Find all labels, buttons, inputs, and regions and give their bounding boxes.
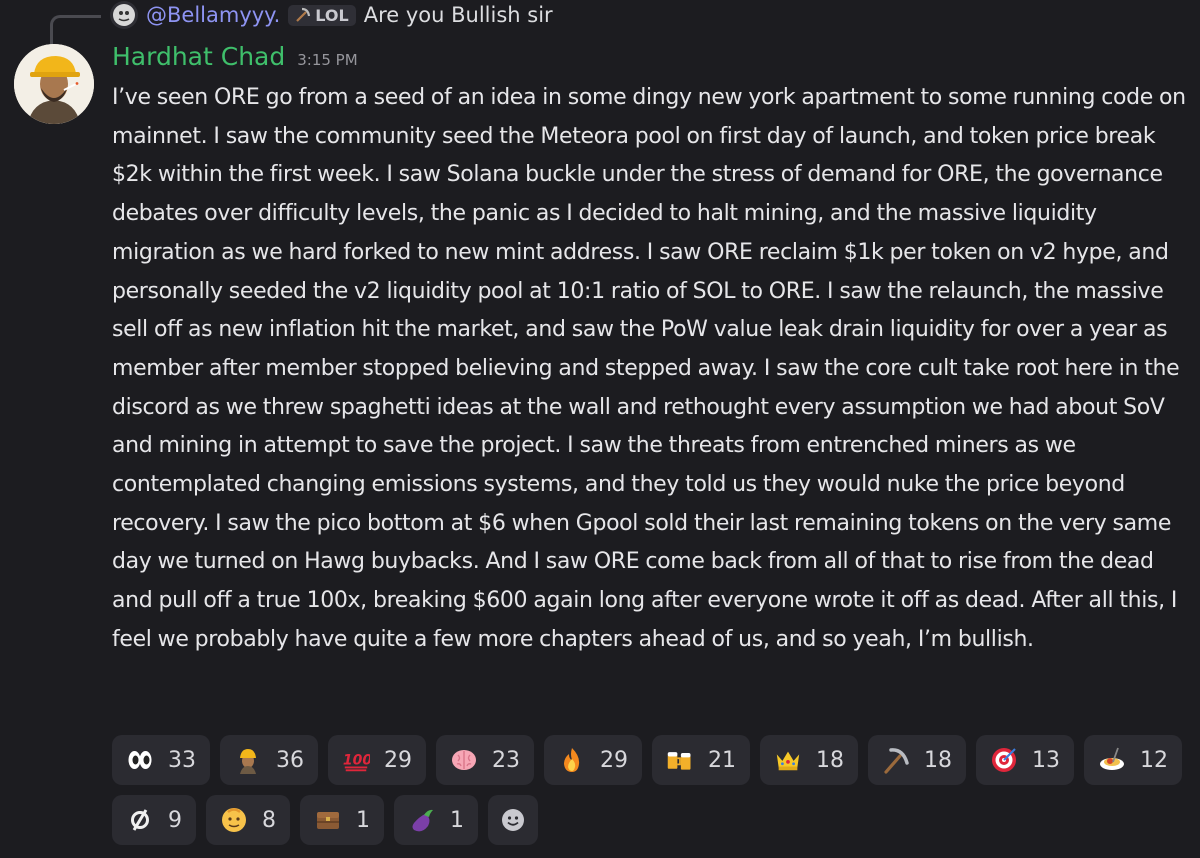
chest-emoji-icon [314, 806, 342, 834]
reaction-count: 29 [384, 747, 412, 773]
role-tag[interactable]: LOL [288, 4, 356, 26]
reaction-hardhat-chad[interactable]: 36 [220, 735, 318, 785]
message-body: I’ve seen ORE go from a seed of an idea … [112, 85, 1186, 652]
add-reaction-icon [499, 806, 527, 834]
reaction-bar: 33 36 100 29 23 29 21 18 18 13 12 9 8 1 … [112, 735, 1192, 845]
reaction-eggplant[interactable]: 1 [394, 795, 478, 845]
eyes-emoji-icon [126, 746, 154, 774]
reaction-count: 36 [276, 747, 304, 773]
reaction-count: 1 [356, 807, 370, 833]
reaction-chest[interactable]: 1 [300, 795, 384, 845]
role-tag-label: LOL [315, 5, 349, 25]
author-avatar[interactable] [14, 44, 94, 124]
message-timestamp[interactable]: 3:15 PM [297, 51, 357, 69]
reaction-count: 29 [600, 747, 628, 773]
reply-avatar[interactable] [110, 1, 138, 29]
spaghetti-emoji-icon [1098, 746, 1126, 774]
brain-emoji-icon [450, 746, 478, 774]
reaction-brain[interactable]: 23 [436, 735, 534, 785]
fire-emoji-icon [558, 746, 586, 774]
bullseye-emoji-icon [990, 746, 1018, 774]
hardhat-chad-emoji-icon [234, 746, 262, 774]
reply-username[interactable]: @Bellamyyy. [146, 3, 280, 27]
reaction-fire[interactable]: 29 [544, 735, 642, 785]
reaction-count: 8 [262, 807, 276, 833]
reaction-count: 1 [450, 807, 464, 833]
reaction-count: 33 [168, 747, 196, 773]
reaction-bullseye[interactable]: 13 [976, 735, 1074, 785]
hundred-points-emoji-icon: 100 [342, 746, 370, 774]
svg-text:100: 100 [343, 753, 370, 769]
author-username[interactable]: Hardhat Chad [112, 42, 285, 71]
reaction-hundred-points[interactable]: 100 29 [328, 735, 426, 785]
reaction-count: 9 [168, 807, 182, 833]
clinking-beer-mugs-emoji-icon [666, 746, 694, 774]
reply-text[interactable]: Are you Bullish sir [364, 3, 553, 27]
reaction-count: 18 [816, 747, 844, 773]
pick-emoji-icon [882, 746, 910, 774]
message-header: Hardhat Chad 3:15 PM [112, 42, 358, 78]
reaction-eyes[interactable]: 33 [112, 735, 210, 785]
reaction-clinking-beer-mugs[interactable]: 21 [652, 735, 750, 785]
reaction-count: 23 [492, 747, 520, 773]
reaction-pick[interactable]: 18 [868, 735, 966, 785]
eggplant-emoji-icon [408, 806, 436, 834]
reaction-count: 21 [708, 747, 736, 773]
reaction-count: 18 [924, 747, 952, 773]
reply-preview[interactable]: @Bellamyyy. LOL Are you Bullish sir [110, 0, 553, 30]
crown-emoji-icon [774, 746, 802, 774]
reaction-spaghetti[interactable]: 12 [1084, 735, 1182, 785]
ore-logo-emoji-icon [126, 806, 154, 834]
add-reaction-button[interactable] [488, 795, 538, 845]
reaction-face[interactable]: 8 [206, 795, 290, 845]
reaction-count: 12 [1140, 747, 1168, 773]
reaction-count: 13 [1032, 747, 1060, 773]
reaction-crown[interactable]: 18 [760, 735, 858, 785]
reaction-ore-logo[interactable]: 9 [112, 795, 196, 845]
face-emoji-icon [220, 806, 248, 834]
pickaxe-role-icon [296, 7, 311, 22]
